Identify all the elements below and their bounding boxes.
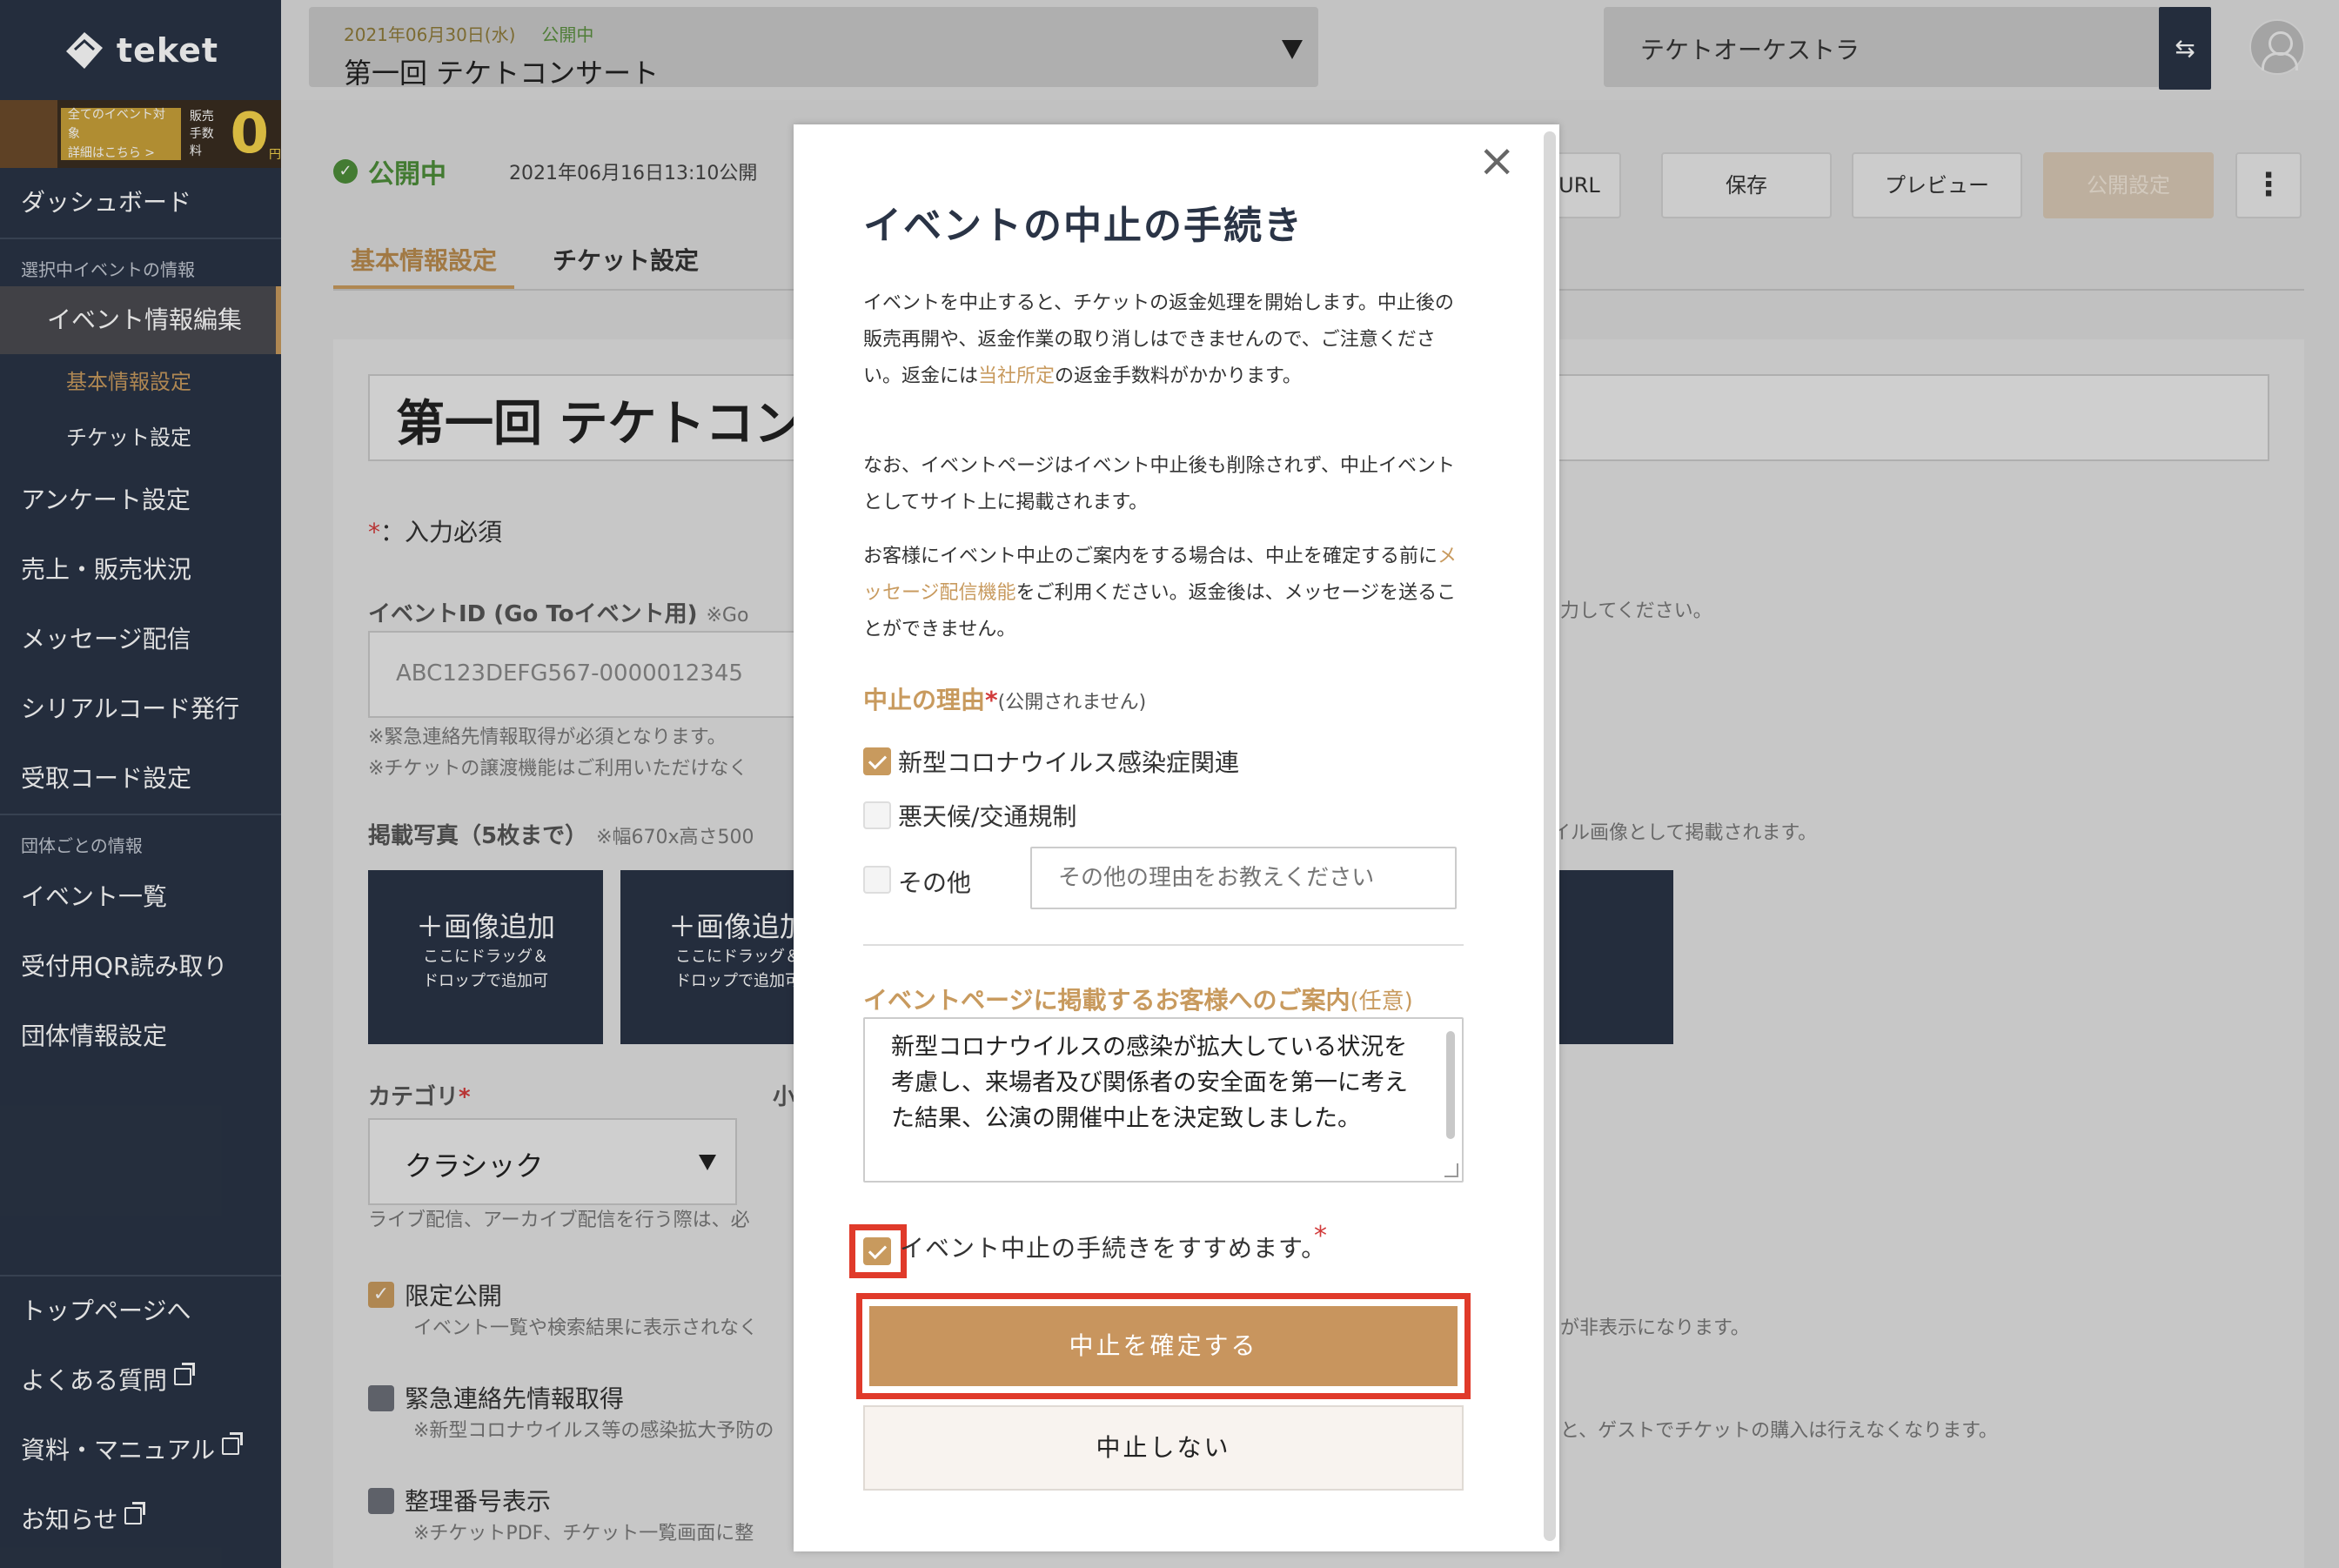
modal-title: イベントの中止の手続き xyxy=(863,204,1304,248)
confirm-proceed-label: イベント中止の手続きをすすめます。 xyxy=(900,1234,1327,1263)
reason-heading: 中止の理由*(公開されません) xyxy=(863,681,1146,716)
resize-handle-icon[interactable] xyxy=(1444,1163,1458,1177)
notice-heading: イベントページに掲載するお客様へのご案内(任意) xyxy=(863,982,1413,1016)
reason-covid-checkbox[interactable] xyxy=(863,747,891,775)
fee-policy-link[interactable]: 当社所定 xyxy=(978,365,1055,387)
reason-subtitle: (公開されません) xyxy=(997,692,1147,714)
refund-notice-text-b: の返金手数料がかかります。 xyxy=(1055,365,1302,387)
other-reason-input[interactable] xyxy=(1030,847,1457,909)
required-star: * xyxy=(985,686,998,714)
reason-covid-label: 新型コロナウイルス感染症関連 xyxy=(898,748,1240,777)
message-notice-text-a: お客様にイベント中止のご案内をする場合は、中止を確定する前に xyxy=(863,546,1438,567)
reason-other-checkbox[interactable] xyxy=(863,866,891,894)
reason-weather-label: 悪天候/交通規制 xyxy=(898,802,1077,831)
confirm-proceed-checkbox[interactable] xyxy=(863,1237,891,1265)
message-notice: お客様にイベント中止のご案内をする場合は、中止を確定する前にメッセージ配信機能を… xyxy=(863,539,1472,648)
modal-scrollbar[interactable] xyxy=(1544,131,1556,1541)
customer-notice-text: 新型コロナウイルスの感染が拡大している状況を考慮し、来場者及び関係者の安全面を第… xyxy=(891,1034,1408,1132)
customer-notice-textarea[interactable]: 新型コロナウイルスの感染が拡大している状況を考慮し、来場者及び関係者の安全面を第… xyxy=(863,1017,1464,1183)
highlight-frame xyxy=(849,1224,907,1278)
notice-optional: (任意) xyxy=(1350,988,1413,1015)
textarea-scrollbar[interactable] xyxy=(1446,1031,1455,1139)
divider xyxy=(863,944,1464,946)
reason-other-label: その他 xyxy=(898,868,972,897)
confirm-cancellation-button[interactable]: 中止を確定する xyxy=(869,1306,1458,1386)
notice-title: イベントページに掲載するお客様へのご案内 xyxy=(863,986,1350,1015)
page-retention-notice: なお、イベントページはイベント中止後も削除されず、中止イベントとしてサイト上に掲… xyxy=(863,455,1456,513)
reason-weather-checkbox[interactable] xyxy=(863,801,891,829)
close-icon[interactable]: × xyxy=(1478,138,1516,184)
refund-notice: イベントを中止すると、チケットの返金処理を開始します。中止後の販売再開や、返金作… xyxy=(863,285,1472,395)
do-not-cancel-button[interactable]: 中止しない xyxy=(863,1405,1464,1491)
cancel-event-modal: × イベントの中止の手続き イベントを中止すると、チケットの返金処理を開始します… xyxy=(794,124,1559,1551)
reason-title: 中止の理由 xyxy=(863,686,986,714)
highlight-frame: 中止を確定する xyxy=(856,1293,1471,1399)
required-star: * xyxy=(1314,1221,1327,1251)
